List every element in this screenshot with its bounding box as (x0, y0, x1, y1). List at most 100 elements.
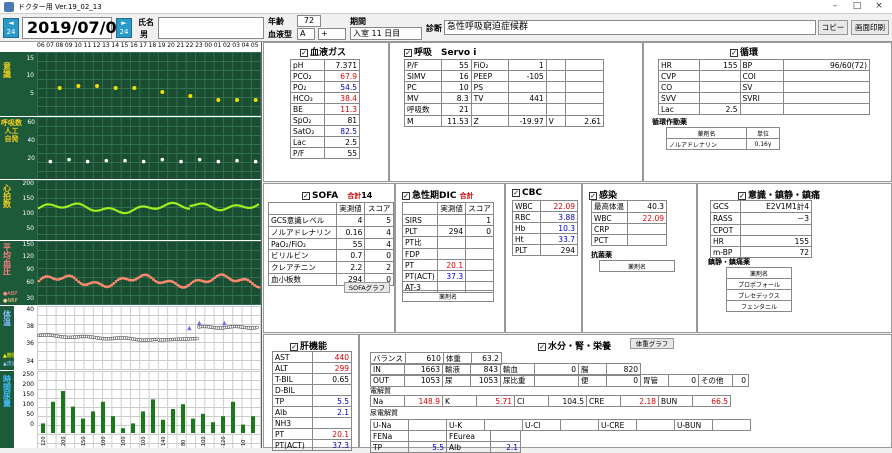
hour-label: 08 (55, 42, 64, 49)
urine-bar (251, 416, 255, 433)
prev-day-button[interactable]: ◄ 24 (3, 18, 19, 38)
table-cell: M (403, 115, 443, 127)
table-cell: GCS (710, 200, 741, 213)
table-cell: Cl (514, 395, 549, 407)
table-cell (565, 103, 604, 116)
urine-bar (51, 401, 55, 433)
sofa-checkbox[interactable]: ✓ (302, 191, 310, 200)
resp-rate-point (253, 159, 258, 164)
table-cell: CRE (586, 395, 621, 407)
weight-graph-button[interactable]: 体重グラフ (630, 338, 674, 349)
hour-label: 20 (167, 42, 175, 49)
ytick: 100 (22, 210, 34, 217)
name-field[interactable] (158, 17, 264, 39)
table-cell: 155 (698, 59, 741, 71)
table-row: AST 440 (272, 351, 352, 363)
table-cell: プレセデックス (726, 289, 792, 301)
table-cell (437, 248, 467, 260)
table-cell (545, 59, 567, 71)
ytick: 200 (22, 180, 34, 187)
urine-bar (141, 411, 145, 433)
print-screen-button[interactable]: 画面印刷 (851, 20, 889, 35)
sofa-graph-button[interactable]: SOFAグラフ (344, 282, 390, 293)
table-cell: 33.7 (540, 233, 578, 245)
infection-checkbox[interactable]: ✓ (589, 191, 597, 200)
dic-checkbox[interactable]: ✓ (402, 191, 410, 200)
table-cell: SV (739, 81, 784, 93)
table-cell: 37.3 (312, 439, 352, 451)
window-title: ドクター用 Ver.19_02_13 (18, 3, 102, 11)
blood-gas-checkbox[interactable]: ✓ (300, 48, 308, 57)
neuro-checkbox[interactable]: ✓ (738, 191, 746, 200)
cell: その他 (698, 374, 733, 387)
cell: 2.1 (490, 441, 521, 453)
table-cell: プロポフォール (726, 278, 792, 290)
copy-button[interactable]: コピー (818, 20, 848, 35)
date-field[interactable]: 2019/07/09 (22, 17, 128, 39)
table-cell: SVRI (739, 92, 784, 104)
rh-field[interactable]: + (318, 28, 346, 40)
table-row: Lac 2.5 (658, 103, 871, 115)
ytick: 10 (26, 72, 34, 79)
table-cell (465, 259, 494, 271)
abp-point (211, 277, 215, 281)
hour-label: 07 (46, 42, 54, 49)
diagnosis-field[interactable]: 急性呼吸窮迫症候群 (444, 20, 816, 35)
resp-checkbox[interactable]: ✓ (404, 48, 412, 57)
ytick: 150 (22, 391, 34, 398)
cbc-checkbox[interactable]: ✓ (512, 188, 520, 197)
table-cell: COI (739, 70, 784, 82)
fluid-checkbox[interactable]: ✓ (538, 342, 546, 351)
table-cell (782, 70, 871, 82)
table-cell: PT (401, 259, 439, 271)
table-cell (401, 202, 439, 215)
table-cell: 55 (324, 147, 360, 159)
hour-label: 15 (120, 42, 129, 49)
window-titlebar: ドクター用 Ver.19_02_13 – □ × (0, 0, 892, 14)
abp-point (75, 278, 78, 282)
table-cell (740, 224, 812, 236)
consciousness-point (253, 98, 258, 102)
table-cell: 0 (364, 249, 394, 262)
ytick: 60 (27, 119, 35, 126)
blood-type-field[interactable]: A (297, 28, 315, 40)
table-cell: 440 (312, 351, 352, 363)
table-cell: CPOT (710, 224, 741, 236)
liver-checkbox[interactable]: ✓ (290, 342, 298, 351)
table-cell: 0 (465, 225, 494, 237)
table-cell: SIRS (401, 214, 439, 226)
abp-point (251, 282, 254, 285)
cell: 尿比重 (500, 374, 535, 387)
table-cell: PT比 (401, 236, 439, 249)
table-row: HR 155 BP 96/60(72) (658, 59, 871, 71)
minimize-icon[interactable]: – (828, 1, 842, 13)
col-drug: 薬剤名 (666, 127, 747, 139)
table-cell (698, 81, 741, 93)
table-cell: FiO₂ (470, 59, 510, 71)
period-field[interactable]: 入室 11 日目 (350, 27, 422, 40)
maximize-icon[interactable]: □ (850, 1, 864, 13)
ytick: 40 (26, 306, 34, 313)
bp-yaxis: 150 120 90 60 30 (14, 241, 37, 305)
consciousness-point (235, 98, 239, 102)
table-cell (437, 214, 467, 226)
ytick: 100 (22, 401, 34, 408)
table-row: RASS －3 (710, 212, 812, 225)
table-cell: Lac (290, 136, 325, 148)
age-field[interactable]: 72 (297, 15, 321, 27)
table-cell: PS (470, 81, 510, 93)
table-cell: RBC (512, 211, 541, 223)
sofa-title: ✓ SOFA 合計14 (302, 191, 373, 201)
next-day-button[interactable]: ► 24 (116, 18, 132, 38)
neuro-section: ✓ 意識・鎮静・鎮痛 GCS E2V1M1計4 RASS －3 CPOT HR 155 m-BP… (697, 183, 892, 333)
resp-rate-plot (37, 117, 261, 179)
table-cell (312, 417, 352, 429)
urine-x-label: 150 (81, 436, 87, 446)
close-icon[interactable]: × (872, 1, 886, 13)
table-row: 薬剤名 (726, 267, 792, 279)
ytick: 40 (27, 137, 35, 144)
circ-checkbox[interactable]: ✓ (730, 48, 738, 57)
dic-section: ✓ 急性期DIC 合計 実測値 スコア SIRS 1 PLT 294 0 PT比 FDP PT 20.… (395, 183, 505, 333)
cbc-section: ✓ CBC WBC 22.09 RBC 3.88 Hb 10.3 Ht 33.7 PLT 294 (505, 183, 582, 333)
table-row: P/F 55 FiO₂ 1 (403, 59, 604, 71)
